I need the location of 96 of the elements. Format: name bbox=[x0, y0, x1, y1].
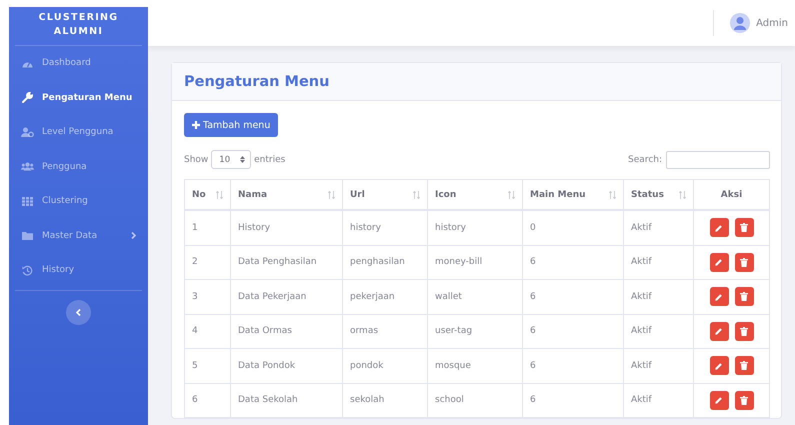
column-header[interactable]: Main Menu bbox=[530, 190, 586, 200]
users-icon bbox=[21, 162, 34, 172]
delete-button[interactable] bbox=[734, 356, 754, 376]
column-header[interactable]: Status bbox=[631, 190, 664, 200]
table-cell: mosque bbox=[428, 348, 522, 383]
table-cell: 3 bbox=[184, 280, 230, 314]
table-cell: history bbox=[428, 210, 522, 245]
user-gear-icon bbox=[21, 127, 34, 138]
edit-button[interactable] bbox=[710, 287, 728, 306]
column-header: Aksi bbox=[694, 180, 770, 210]
table-cell: History bbox=[230, 210, 342, 245]
trash-icon bbox=[740, 361, 748, 370]
trash-icon bbox=[740, 258, 748, 267]
sidebar-item[interactable]: Clustering bbox=[15, 184, 142, 218]
pencil-icon bbox=[715, 362, 723, 370]
edit-button[interactable] bbox=[710, 356, 728, 376]
brand-text: ALUMNI bbox=[54, 25, 104, 39]
table-cell: 6 bbox=[522, 383, 624, 418]
sidebar-item[interactable]: Dashboard bbox=[15, 46, 142, 80]
wrench-icon bbox=[22, 92, 33, 104]
column-header[interactable]: Url bbox=[350, 190, 365, 200]
table-cell: Data Pekerjaan bbox=[230, 280, 342, 314]
sidebar-toggle-button[interactable] bbox=[66, 300, 91, 324]
column-header[interactable]: Nama bbox=[238, 190, 268, 200]
pencil-icon bbox=[715, 224, 723, 232]
show-label: Show bbox=[184, 154, 208, 164]
table-cell: Aktif bbox=[624, 245, 694, 280]
table-cell: pekerjaan bbox=[342, 280, 428, 314]
entries-select[interactable]: 10 bbox=[211, 150, 252, 169]
table-cell: Aktif bbox=[624, 210, 694, 245]
edit-button[interactable] bbox=[710, 322, 728, 341]
table-cell: Data Penghasilan bbox=[230, 245, 342, 280]
search-field[interactable] bbox=[666, 150, 770, 168]
add-menu-button[interactable]: Tambah menu bbox=[184, 113, 278, 137]
sidebar-item[interactable]: Level Pengguna bbox=[15, 115, 142, 150]
chevron-left-icon bbox=[76, 308, 81, 316]
delete-button[interactable] bbox=[734, 390, 754, 410]
history-icon bbox=[22, 264, 33, 276]
table-cell: Data Ormas bbox=[230, 314, 342, 348]
table-cell: 1 bbox=[184, 210, 230, 245]
table-cell: 2 bbox=[184, 245, 230, 280]
sidebar-item[interactable]: History bbox=[15, 253, 142, 288]
trash-icon bbox=[740, 292, 748, 302]
table-cell: school bbox=[428, 383, 522, 418]
table-cell: Aktif bbox=[624, 314, 694, 348]
table-cell: Data Pondok bbox=[230, 348, 342, 383]
table-cell: 5 bbox=[184, 348, 230, 383]
delete-button[interactable] bbox=[734, 218, 754, 238]
sidebar-item[interactable]: Master Data bbox=[15, 218, 142, 253]
trash-icon bbox=[740, 326, 748, 336]
user-name[interactable]: Admin bbox=[756, 18, 788, 28]
table-cell: 0 bbox=[522, 210, 624, 245]
table-cell: 4 bbox=[184, 314, 230, 348]
plus-icon bbox=[192, 121, 200, 129]
table-cell: Aktif bbox=[624, 383, 694, 418]
entries-label: entries bbox=[254, 154, 286, 164]
pencil-icon bbox=[715, 396, 723, 404]
table-cell: 6 bbox=[522, 348, 624, 383]
card-title: Pengaturan Menu bbox=[184, 74, 330, 90]
delete-button[interactable] bbox=[734, 287, 754, 306]
pencil-icon bbox=[715, 292, 723, 301]
column-header[interactable]: Icon bbox=[435, 190, 456, 200]
folder-icon bbox=[22, 231, 33, 240]
table-cell: ormas bbox=[342, 314, 428, 348]
table-cell: 6 bbox=[522, 280, 624, 314]
table-cell: pondok bbox=[342, 348, 428, 383]
table-cell: history bbox=[342, 210, 428, 245]
sidebar-item[interactable]: Pengguna bbox=[15, 150, 142, 184]
trash-icon bbox=[740, 396, 748, 405]
table-cell: money-bill bbox=[428, 245, 522, 280]
edit-button[interactable] bbox=[710, 390, 728, 410]
table-cell: penghasilan bbox=[342, 245, 428, 280]
pencil-icon bbox=[715, 327, 723, 336]
search-label: Search: bbox=[628, 154, 662, 164]
table-cell: 6 bbox=[522, 245, 624, 280]
edit-button[interactable] bbox=[710, 218, 728, 238]
edit-button[interactable] bbox=[710, 252, 728, 272]
table-cell: Aktif bbox=[624, 348, 694, 383]
user-avatar-icon bbox=[730, 13, 750, 33]
delete-button[interactable] bbox=[734, 322, 754, 341]
pencil-icon bbox=[715, 258, 723, 266]
table-cell: 6 bbox=[522, 314, 624, 348]
table-cell: Data Sekolah bbox=[230, 383, 342, 418]
table-cell: 6 bbox=[184, 383, 230, 418]
delete-button[interactable] bbox=[734, 252, 754, 272]
table-cell: Aktif bbox=[624, 280, 694, 314]
grid-icon bbox=[22, 196, 33, 206]
column-header[interactable]: No bbox=[192, 190, 206, 200]
brand-text: CLUSTERING bbox=[38, 11, 118, 25]
trash-icon bbox=[740, 223, 748, 232]
chevron-right-icon bbox=[131, 232, 136, 240]
table-cell: user-tag bbox=[428, 314, 522, 348]
table-cell: wallet bbox=[428, 280, 522, 314]
sidebar-item[interactable]: Pengaturan Menu bbox=[15, 80, 142, 115]
table-cell: sekolah bbox=[342, 383, 428, 418]
updown-caret-icon bbox=[240, 156, 246, 163]
